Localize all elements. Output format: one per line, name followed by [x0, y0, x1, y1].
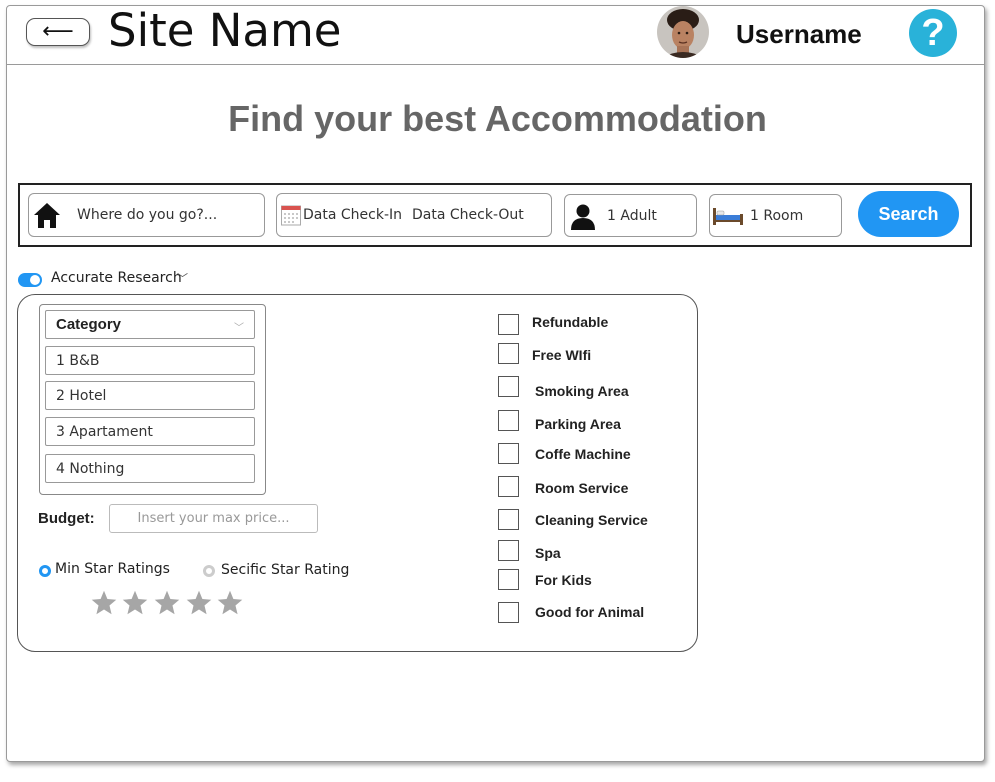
cleaning-service-checkbox[interactable] [498, 509, 519, 530]
free-wifi-checkbox[interactable] [498, 343, 519, 364]
user-avatar-icon [657, 6, 709, 58]
search-button[interactable]: Search [858, 191, 959, 237]
star-icon[interactable] [121, 589, 149, 617]
header-divider [6, 64, 984, 65]
parking-area-checkbox[interactable] [498, 410, 519, 431]
specific-star-label[interactable]: Secific Star Rating [221, 562, 349, 578]
dates-input[interactable]: Data Check-In Data Check-Out [276, 193, 552, 237]
accurate-research-toggle[interactable] [18, 273, 42, 287]
chevron-down-icon[interactable]: ﹀ [177, 270, 188, 286]
for-kids-label[interactable]: For Kids [535, 572, 592, 588]
avatar[interactable] [657, 6, 709, 58]
rooms-select[interactable]: 1 Room [709, 194, 842, 237]
calendar-icon [281, 205, 301, 226]
spa-checkbox[interactable] [498, 540, 519, 561]
category-option[interactable]: 3 Apartament [45, 417, 255, 446]
good-for-animal-label[interactable]: Good for Animal [535, 604, 644, 620]
room-service-checkbox[interactable] [498, 476, 519, 497]
checkin-label: Data Check-In [303, 207, 402, 223]
for-kids-checkbox[interactable] [498, 569, 519, 590]
page-title: Find your best Accommodation [228, 98, 767, 139]
star-icon[interactable] [216, 589, 244, 617]
coffee-machine-checkbox[interactable] [498, 443, 519, 464]
chevron-down-icon: ﹀ [234, 323, 244, 334]
smoking-area-label[interactable]: Smoking Area [535, 383, 629, 399]
good-for-animal-checkbox[interactable] [498, 602, 519, 623]
refundable-label[interactable]: Refundable [532, 314, 608, 330]
category-header: Category [56, 316, 122, 333]
coffee-machine-label[interactable]: Coffe Machine [535, 446, 631, 462]
destination-placeholder: Where do you go?... [77, 207, 218, 223]
help-button[interactable]: ? [909, 9, 957, 57]
help-icon: ? [921, 11, 945, 54]
parking-area-label[interactable]: Parking Area [535, 416, 621, 432]
rooms-value: 1 Room [750, 207, 804, 224]
min-star-radio[interactable] [39, 565, 51, 577]
home-icon [34, 203, 60, 228]
back-arrow-icon: ⟵ [42, 19, 74, 44]
cleaning-service-label[interactable]: Cleaning Service [535, 512, 648, 528]
checkout-label: Data Check-Out [412, 207, 524, 223]
min-star-label[interactable]: Min Star Ratings [55, 561, 170, 577]
person-icon [571, 204, 595, 230]
specific-star-radio[interactable] [203, 565, 215, 577]
category-option[interactable]: 1 B&B [45, 346, 255, 375]
site-name: Site Name [108, 4, 342, 57]
star-icon[interactable] [153, 589, 181, 617]
destination-input[interactable]: Where do you go?... [28, 193, 265, 237]
budget-label: Budget: [38, 510, 95, 527]
smoking-area-checkbox[interactable] [498, 376, 519, 397]
guests-value: 1 Adult [607, 207, 657, 224]
back-button[interactable]: ⟵ [26, 18, 90, 46]
refundable-checkbox[interactable] [498, 314, 519, 335]
room-service-label[interactable]: Room Service [535, 480, 628, 496]
budget-input[interactable]: Insert your max price... [109, 504, 318, 533]
bed-icon [713, 208, 743, 225]
category-option[interactable]: 2 Hotel [45, 381, 255, 410]
guests-select[interactable]: 1 Adult [564, 194, 697, 237]
username[interactable]: Username [736, 19, 862, 50]
free-wifi-label[interactable]: Free WIfi [532, 347, 591, 363]
accurate-research-label[interactable]: Accurate Research [51, 270, 182, 286]
star-icon[interactable] [185, 589, 213, 617]
category-dropdown[interactable]: Category ﹀ [45, 310, 255, 339]
star-icon[interactable] [90, 589, 118, 617]
spa-label[interactable]: Spa [535, 545, 561, 561]
category-option[interactable]: 4 Nothing [45, 454, 255, 483]
